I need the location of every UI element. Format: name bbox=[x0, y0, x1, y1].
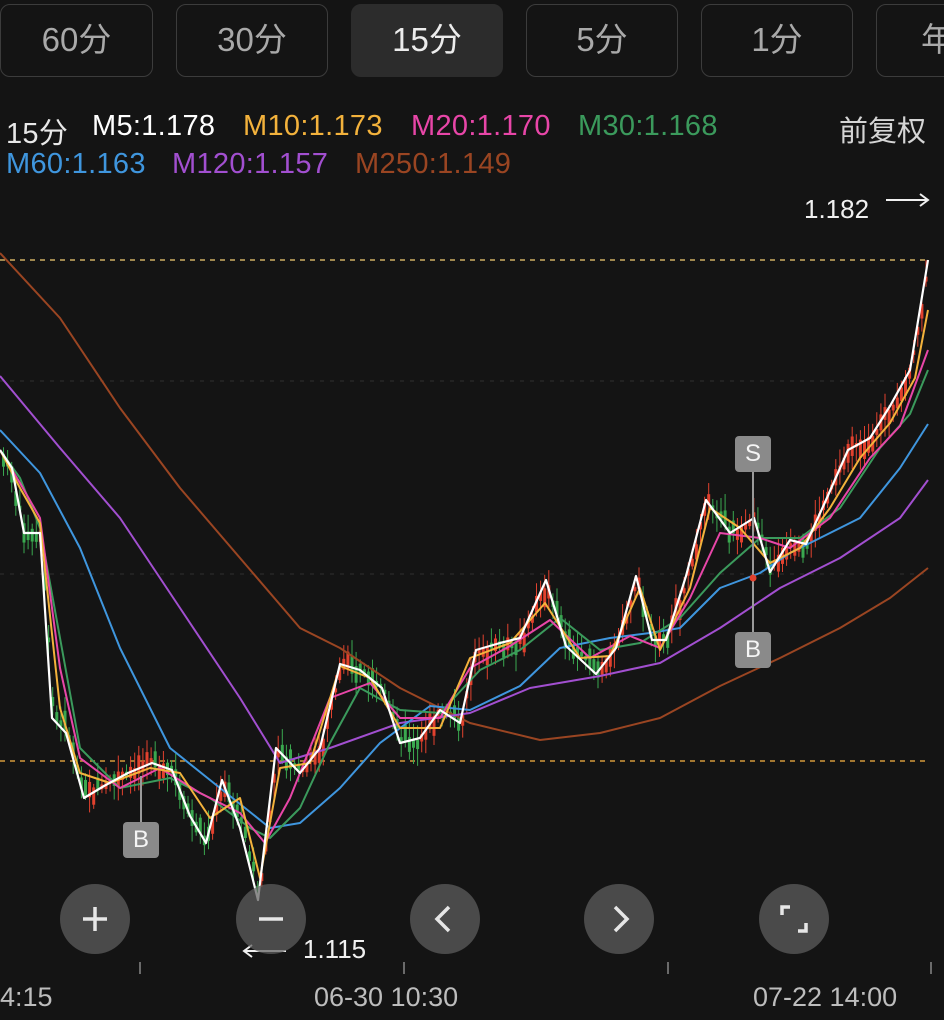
tab-5min[interactable]: 5分 bbox=[526, 4, 678, 77]
signal-markers bbox=[140, 470, 757, 824]
tab-1min[interactable]: 1分 bbox=[701, 4, 853, 77]
legend-m30: M30:1.168 bbox=[578, 110, 718, 142]
fullscreen-button[interactable] bbox=[759, 884, 829, 954]
ma-line-m5 bbox=[0, 259, 930, 902]
x-label: 07-22 14:00 bbox=[753, 982, 898, 1012]
buy-signal-badge: B bbox=[735, 632, 771, 668]
tab-60min[interactable]: 60分 bbox=[0, 4, 153, 77]
scroll-left-button[interactable] bbox=[410, 884, 480, 954]
minus-icon bbox=[259, 917, 283, 921]
time-axis: 4:15 06-30 10:30 07-22 14:00 bbox=[0, 962, 944, 1020]
tab-30min[interactable]: 30分 bbox=[176, 4, 328, 77]
ma-lines-layer bbox=[0, 252, 930, 902]
sell-signal-badge: S bbox=[735, 436, 771, 472]
chevron-left-icon bbox=[434, 905, 451, 933]
tab-15min[interactable]: 15分 bbox=[351, 4, 503, 77]
candle-body bbox=[863, 440, 866, 459]
candle-body bbox=[145, 752, 149, 765]
x-label: 4:15 bbox=[0, 982, 53, 1012]
plus-icon bbox=[83, 907, 107, 931]
period-tab-bar: 60分 30分 15分 5分 1分 年 bbox=[0, 0, 944, 96]
price-adjust-toggle[interactable]: 前复权 bbox=[839, 108, 926, 150]
scroll-right-button[interactable] bbox=[584, 884, 654, 954]
x-tick bbox=[139, 962, 141, 974]
legend-period: 15分 bbox=[6, 118, 69, 150]
legend-m60: M60:1.163 bbox=[6, 148, 146, 180]
tab-year[interactable]: 年 bbox=[876, 4, 944, 77]
candle-body bbox=[30, 528, 34, 542]
zoom-in-button[interactable] bbox=[60, 884, 130, 954]
min-price-label: 1.115 bbox=[303, 934, 367, 964]
candle-body bbox=[243, 826, 247, 838]
legend-m10: M10:1.173 bbox=[243, 110, 383, 142]
max-price-label: 1.182 bbox=[804, 194, 870, 224]
candle-body bbox=[580, 651, 584, 657]
ma-legend: 15分 M5:1.178 M10:1.173 M20:1.170 M30:1.1… bbox=[0, 100, 944, 188]
ma-line-m250 bbox=[0, 252, 929, 741]
buy-signal-badge: B bbox=[123, 822, 159, 858]
candle-body bbox=[485, 646, 489, 666]
legend-m20: M20:1.170 bbox=[411, 110, 551, 142]
legend-m5: M5:1.178 bbox=[92, 110, 216, 142]
legend-m120: M120:1.157 bbox=[172, 148, 329, 180]
x-label: 06-30 10:30 bbox=[314, 982, 459, 1012]
x-tick bbox=[667, 962, 669, 974]
zoom-out-button[interactable] bbox=[236, 884, 306, 954]
x-tick bbox=[930, 962, 932, 974]
candle-body bbox=[84, 779, 87, 797]
x-tick bbox=[403, 962, 405, 974]
candle-body bbox=[416, 740, 420, 750]
candle-body bbox=[891, 404, 895, 411]
candle-body bbox=[92, 787, 96, 805]
price-arrows bbox=[242, 193, 930, 958]
candle-body bbox=[252, 861, 256, 872]
chevron-right-icon bbox=[613, 905, 630, 933]
ma-line-m10 bbox=[0, 309, 929, 879]
legend-m250: M250:1.149 bbox=[355, 148, 512, 180]
fullscreen-icon bbox=[780, 905, 808, 933]
